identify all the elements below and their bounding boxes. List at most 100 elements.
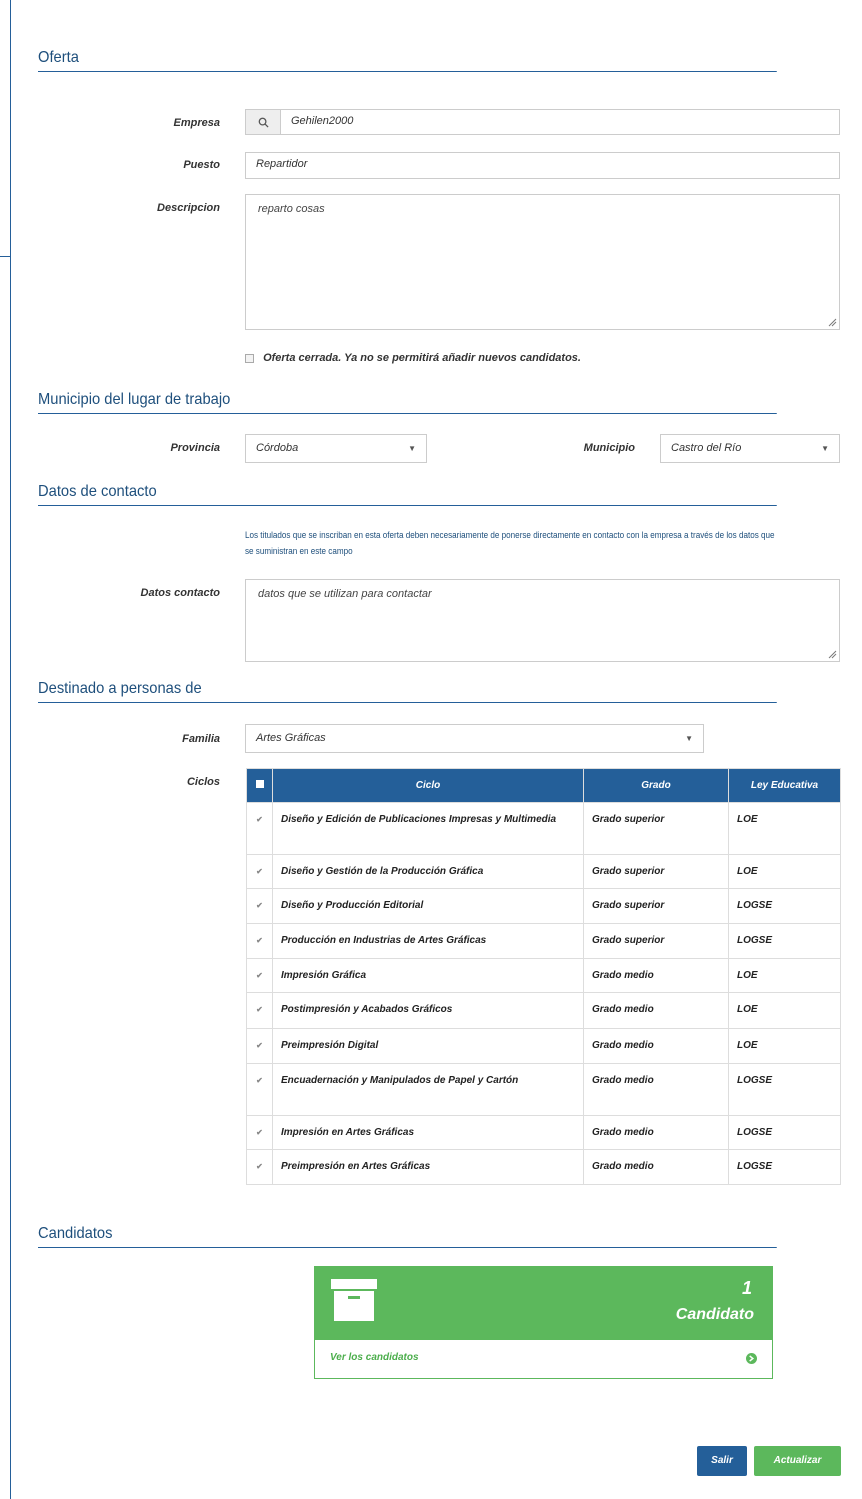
resize-grip-icon[interactable] <box>828 650 837 659</box>
descripcion-label: Descripcion <box>157 202 220 214</box>
oferta-cerrada-row[interactable]: Oferta cerrada. Ya no se permitirá añadi… <box>245 352 581 364</box>
datos-contacto-text: datos que se utilizan para contactar <box>258 588 432 600</box>
select-all-header[interactable] <box>246 768 273 803</box>
checkbox-checked-icon[interactable]: ✔ <box>255 1162 264 1171</box>
ley-cell: LOGSE <box>728 923 841 959</box>
ley-cell: LOGSE <box>728 1063 841 1116</box>
checkbox-checked-icon[interactable]: ✔ <box>255 815 264 824</box>
familia-label: Familia <box>182 733 220 745</box>
column-header-ciclo: Ciclo <box>272 768 584 803</box>
candidatos-panel-heading: 1 Candidato <box>315 1267 772 1340</box>
descripcion-text: reparto cosas <box>258 203 325 215</box>
row-checkbox-cell[interactable]: ✔ <box>246 802 273 855</box>
section-title-municipio: Municipio del lugar de trabajo <box>38 391 777 414</box>
column-header-grado: Grado <box>583 768 729 803</box>
checkbox-checked-icon[interactable]: ✔ <box>255 1005 264 1014</box>
municipio-value: Castro del Río <box>671 442 742 454</box>
row-checkbox-cell[interactable]: ✔ <box>246 958 273 993</box>
column-header-ley: Ley Educativa <box>728 768 841 803</box>
candidatos-count: 1 <box>741 1278 752 1298</box>
row-checkbox-cell[interactable]: ✔ <box>246 923 273 959</box>
ley-cell: LOE <box>728 1028 841 1064</box>
ciclo-cell: Preimpresión Digital <box>272 1028 584 1064</box>
ciclo-cell: Impresión en Artes Gráficas <box>272 1115 584 1150</box>
checkbox-checked-icon[interactable]: ✔ <box>255 1076 264 1085</box>
ciclos-table: Ciclo Grado Ley Educativa ✔ Diseño y Edi… <box>246 768 841 1185</box>
puesto-label: Puesto <box>183 159 220 171</box>
provincia-select[interactable]: Córdoba ▼ <box>245 434 427 463</box>
row-checkbox-cell[interactable]: ✔ <box>246 1115 273 1150</box>
candidatos-count-label: Candidato <box>675 1306 754 1323</box>
ver-candidatos-text: Ver los candidatos <box>330 1352 419 1363</box>
checkbox-checked-icon[interactable]: ✔ <box>255 1041 264 1050</box>
section-title-destinado: Destinado a personas de <box>38 680 777 703</box>
row-checkbox-cell[interactable]: ✔ <box>246 992 273 1029</box>
table-row[interactable]: ✔ Encuadernación y Manipulados de Papel … <box>246 1063 841 1116</box>
table-row[interactable]: ✔ Producción en Industrias de Artes Gráf… <box>246 923 841 959</box>
municipio-select[interactable]: Castro del Río ▼ <box>660 434 840 463</box>
row-checkbox-cell[interactable]: ✔ <box>246 888 273 924</box>
ciclo-cell: Postimpresión y Acabados Gráficos <box>272 992 584 1029</box>
descripcion-textarea[interactable]: reparto cosas <box>245 194 840 330</box>
resize-grip-icon[interactable] <box>828 318 837 327</box>
ciclo-cell: Preimpresión en Artes Gráficas <box>272 1149 584 1185</box>
checkbox-checked-icon[interactable]: ✔ <box>255 1128 264 1137</box>
table-row[interactable]: ✔ Diseño y Edición de Publicaciones Impr… <box>246 802 841 855</box>
select-all-checkbox[interactable] <box>255 780 264 788</box>
oferta-cerrada-checkbox[interactable] <box>245 353 254 363</box>
table-row[interactable]: ✔ Diseño y Producción Editorial Grado su… <box>246 888 841 924</box>
empresa-search-addon[interactable] <box>245 109 281 135</box>
checkbox-checked-icon[interactable]: ✔ <box>255 971 264 980</box>
checkbox-checked-icon[interactable]: ✔ <box>255 867 264 876</box>
section-title-oferta: Oferta <box>38 49 777 72</box>
checkbox-checked-icon[interactable]: ✔ <box>255 936 264 945</box>
candidatos-panel: 1 Candidato Ver los candidatos <box>314 1266 773 1379</box>
ley-cell: LOE <box>728 802 841 855</box>
ley-cell: LOGSE <box>728 1149 841 1185</box>
empresa-input[interactable]: Gehilen2000 <box>280 109 840 135</box>
table-row[interactable]: ✔ Preimpresión Digital Grado medio LOE <box>246 1028 841 1064</box>
grado-cell: Grado medio <box>583 1063 729 1116</box>
ley-cell: LOGSE <box>728 1115 841 1150</box>
datos-contacto-textarea[interactable]: datos que se utilizan para contactar <box>245 579 840 662</box>
grado-cell: Grado superior <box>583 854 729 889</box>
section-title-candidatos: Candidatos <box>38 1225 777 1248</box>
table-row[interactable]: ✔ Diseño y Gestión de la Producción Gráf… <box>246 854 841 889</box>
table-row[interactable]: ✔ Postimpresión y Acabados Gráficos Grad… <box>246 992 841 1029</box>
chevron-down-icon: ▼ <box>408 444 416 453</box>
table-row[interactable]: ✔ Preimpresión en Artes Gráficas Grado m… <box>246 1149 841 1185</box>
familia-select[interactable]: Artes Gráficas ▼ <box>245 724 704 753</box>
actualizar-button[interactable]: Actualizar <box>754 1446 841 1476</box>
ley-cell: LOE <box>728 992 841 1029</box>
datos-contacto-label: Datos contacto <box>140 587 220 599</box>
checkbox-checked-icon[interactable]: ✔ <box>255 901 264 910</box>
ciclos-label: Ciclos <box>186 776 220 788</box>
grado-cell: Grado superior <box>583 923 729 959</box>
ver-candidatos-link[interactable]: Ver los candidatos <box>315 1340 772 1379</box>
row-checkbox-cell[interactable]: ✔ <box>246 1149 273 1185</box>
table-row[interactable]: ✔ Impresión Gráfica Grado medio LOE <box>246 958 841 993</box>
grado-cell: Grado superior <box>583 802 729 855</box>
ciclo-cell: Producción en Industrias de Artes Gráfic… <box>272 923 584 959</box>
ciclo-cell: Diseño y Producción Editorial <box>272 888 584 924</box>
contacto-note: Los titulados que se inscriban en esta o… <box>245 530 775 556</box>
row-checkbox-cell[interactable]: ✔ <box>246 854 273 889</box>
familia-value: Artes Gráficas <box>256 732 326 744</box>
arrow-circle-right-icon <box>746 1353 757 1364</box>
ley-cell: LOGSE <box>728 888 841 924</box>
puesto-input[interactable]: Repartidor <box>245 152 840 179</box>
row-checkbox-cell[interactable]: ✔ <box>246 1028 273 1064</box>
left-border-rule <box>10 0 11 1499</box>
left-border-tick <box>0 256 10 257</box>
ley-cell: LOE <box>728 854 841 889</box>
table-row[interactable]: ✔ Impresión en Artes Gráficas Grado medi… <box>246 1115 841 1150</box>
search-icon <box>258 117 269 128</box>
grado-cell: Grado medio <box>583 1028 729 1064</box>
chevron-down-icon: ▼ <box>685 734 693 743</box>
salir-button[interactable]: Salir <box>697 1446 747 1476</box>
grado-cell: Grado medio <box>583 958 729 993</box>
municipio-label: Municipio <box>583 442 635 454</box>
row-checkbox-cell[interactable]: ✔ <box>246 1063 273 1116</box>
ciclo-cell: Encuadernación y Manipulados de Papel y … <box>272 1063 584 1116</box>
ciclo-cell: Impresión Gráfica <box>272 958 584 993</box>
